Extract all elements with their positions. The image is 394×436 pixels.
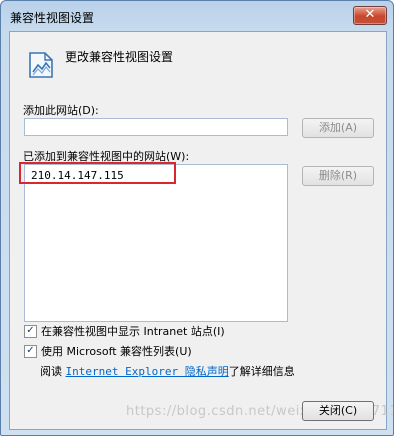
header-text: 更改兼容性视图设置 [65, 50, 174, 64]
close-button[interactable]: 关闭(C) [302, 401, 374, 421]
add-site-input[interactable] [24, 118, 288, 136]
add-site-label: 添加此网站(D): [23, 104, 99, 117]
ms-list-option[interactable]: ✓ 使用 Microsoft 兼容性列表(U) [24, 344, 192, 358]
window-close-button[interactable]: ✕ [353, 6, 387, 25]
intranet-label: 在兼容性视图中显示 Intranet 站点(I) [41, 325, 225, 338]
remove-button[interactable]: 删除(R) [302, 166, 374, 186]
intranet-option[interactable]: ✓ 在兼容性视图中显示 Intranet 站点(I) [24, 324, 225, 338]
info-prefix: 阅读 [40, 365, 62, 378]
add-button[interactable]: 添加(A) [302, 118, 374, 138]
window-title: 兼容性视图设置 [10, 11, 95, 25]
compatibility-view-icon [29, 52, 53, 78]
highlight-box [19, 162, 176, 184]
info-text: 阅读 Internet Explorer 隐私声明了解详细信息 [40, 363, 295, 379]
dialog-body: 更改兼容性视图设置 添加此网站(D): 添加(A) 已添加到兼容性视图中的网站(… [9, 31, 393, 430]
ms-list-checkbox[interactable]: ✓ [24, 344, 37, 358]
intranet-checkbox[interactable]: ✓ [24, 324, 37, 338]
info-suffix: 了解详细信息 [228, 365, 295, 378]
site-list[interactable]: 210.14.147.115 [24, 164, 288, 322]
privacy-link[interactable]: Internet Explorer 隐私声明 [66, 365, 229, 378]
title-bar[interactable]: 兼容性视图设置 ✕ [1, 1, 393, 31]
dialog-window: 兼容性视图设置 ✕ 更改兼容性视图设置 添加此网站(D): 添加(A) 已添加到… [0, 0, 394, 436]
ms-list-label: 使用 Microsoft 兼容性列表(U) [41, 345, 192, 358]
